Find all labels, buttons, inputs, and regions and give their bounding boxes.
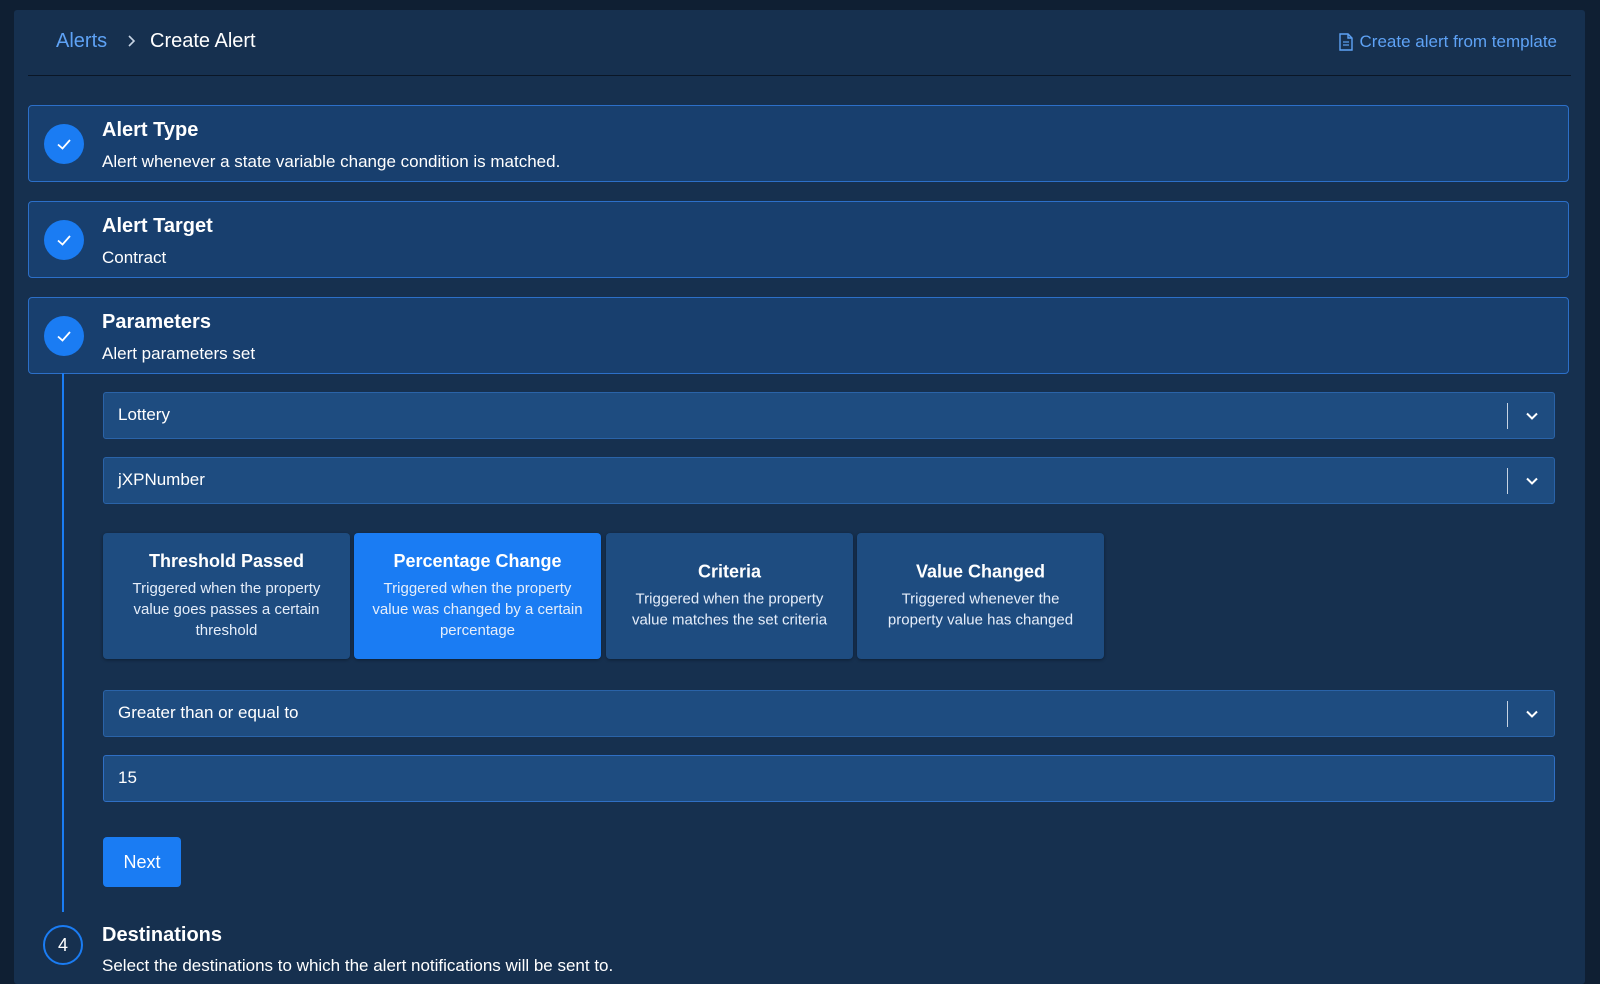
step-alert-target[interactable]: Alert Target Contract: [28, 201, 1569, 278]
contract-select-value: Lottery: [118, 405, 170, 424]
trigger-description: Triggered whenever the property value ha…: [887, 590, 1074, 629]
step-title: Parameters: [102, 311, 211, 333]
trigger-criteria[interactable]: Criteria Triggered when the property val…: [606, 533, 853, 659]
trigger-value-changed[interactable]: Value Changed Triggered whenever the pro…: [857, 533, 1104, 659]
check-icon: [57, 235, 71, 246]
select-divider: [1507, 701, 1508, 727]
trigger-title: Criteria: [697, 561, 762, 582]
step-alert-type[interactable]: Alert Type Alert whenever a state variab…: [28, 105, 1569, 182]
create-from-template-link[interactable]: Create alert from template: [1338, 32, 1557, 52]
select-divider: [1507, 403, 1508, 429]
template-link-label: Create alert from template: [1359, 32, 1557, 51]
trigger-description: Triggered when the property value goes p…: [132, 580, 321, 639]
trigger-description: Triggered when the property value matche…: [631, 590, 828, 629]
check-icon: [57, 139, 71, 150]
select-divider: [1507, 468, 1508, 494]
step-parameters[interactable]: Parameters Alert parameters set: [28, 297, 1569, 374]
step-complete-badge: [44, 220, 84, 260]
create-alert-panel: Alerts Create Alert Create alert from te…: [14, 10, 1585, 984]
step-number-badge: 4: [43, 925, 83, 965]
trigger-percentage-change[interactable]: Percentage Change Triggered when the pro…: [354, 533, 601, 659]
trigger-title: Percentage Change: [393, 551, 562, 571]
step-complete-badge: [44, 124, 84, 164]
page-header: Alerts Create Alert Create alert from te…: [28, 10, 1571, 76]
check-icon: [57, 331, 71, 342]
operator-select-value: Greater than or equal to: [118, 703, 299, 722]
page-title: Create Alert: [150, 30, 256, 52]
chevron-right-icon: [128, 35, 136, 47]
trigger-description: Triggered when the property value was ch…: [372, 580, 583, 639]
threshold-value-input[interactable]: 15: [103, 755, 1555, 802]
trigger-title: Threshold Passed: [148, 551, 305, 571]
step-complete-badge: [44, 316, 84, 356]
step-subtitle: Alert parameters set: [102, 344, 256, 363]
trigger-title: Value Changed: [915, 561, 1046, 582]
operator-select[interactable]: Greater than or equal to: [103, 690, 1555, 737]
trigger-threshold-passed[interactable]: Threshold Passed Triggered when the prop…: [103, 533, 350, 659]
document-icon: [1338, 33, 1353, 51]
step-subtitle: Contract: [102, 248, 167, 267]
step-title[interactable]: Destinations: [102, 924, 222, 947]
chevron-down-icon[interactable]: [1524, 473, 1540, 489]
variable-select-value: jXPNumber: [118, 470, 205, 489]
chevron-down-icon[interactable]: [1524, 408, 1540, 424]
step-connector-line: [62, 373, 64, 912]
variable-select[interactable]: jXPNumber: [103, 457, 1555, 504]
contract-select[interactable]: Lottery: [103, 392, 1555, 439]
next-button[interactable]: Next: [103, 837, 181, 887]
step-title: Alert Target: [102, 215, 213, 237]
breadcrumb-alerts-link[interactable]: Alerts: [56, 30, 107, 53]
step-subtitle: Alert whenever a state variable change c…: [102, 152, 561, 171]
threshold-value-text: 15: [118, 768, 137, 787]
step-subtitle: Select the destinations to which the ale…: [102, 956, 614, 975]
step-title: Alert Type: [102, 119, 199, 141]
chevron-down-icon[interactable]: [1524, 706, 1540, 722]
